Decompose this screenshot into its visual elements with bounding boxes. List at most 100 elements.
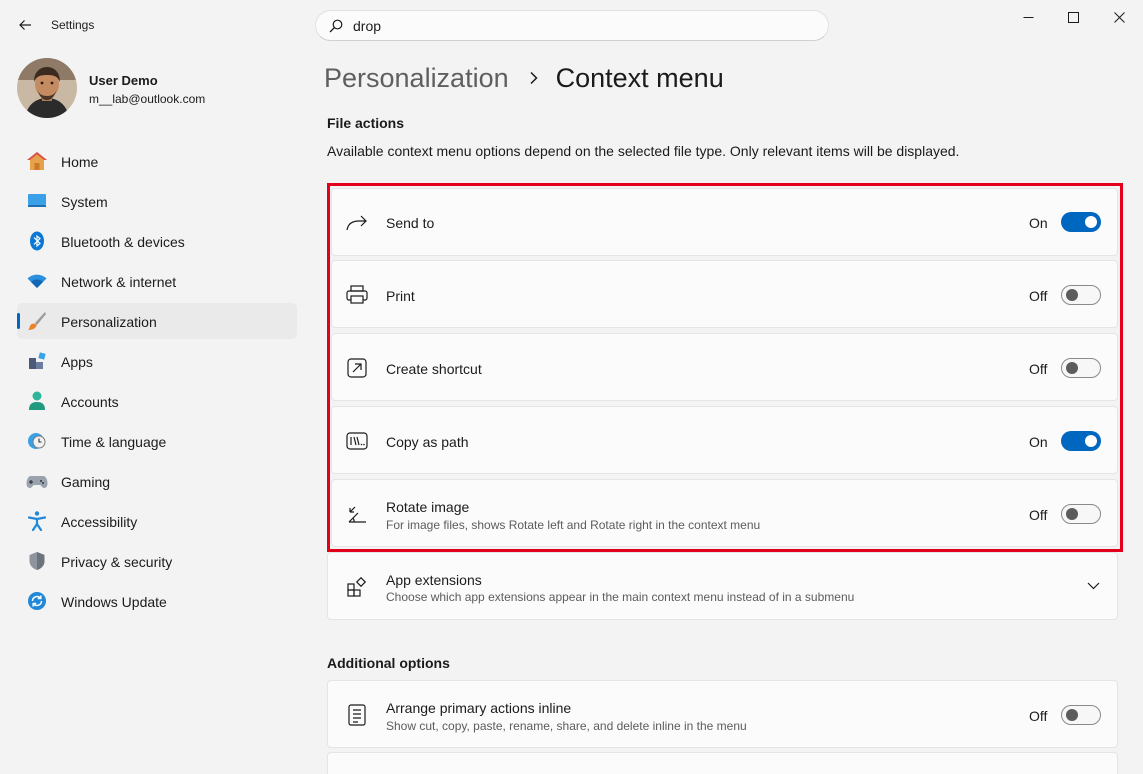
- section-title-file-actions: File actions: [327, 115, 405, 131]
- setting-row-copy-as-path[interactable]: Copy as path On: [331, 406, 1118, 474]
- arrange-inline-toggle[interactable]: [1061, 705, 1101, 725]
- chevron-right-icon: [529, 71, 539, 85]
- copy-path-icon: [345, 429, 369, 453]
- sidebar-item-label: Personalization: [61, 314, 157, 330]
- sidebar-item-system[interactable]: System: [17, 183, 297, 219]
- toggle-state-text: On: [1029, 434, 1048, 450]
- sidebar-item-label: Privacy & security: [61, 554, 173, 570]
- setting-label: Rotate image: [386, 499, 470, 515]
- app-extensions-icon: [345, 575, 369, 599]
- sidebar-item-time-language[interactable]: Time & language: [17, 423, 297, 459]
- sidebar-item-privacy[interactable]: Privacy & security: [17, 543, 297, 579]
- sidebar-item-label: Home: [61, 154, 99, 170]
- sidebar-item-accounts[interactable]: Accounts: [17, 383, 297, 419]
- section-title-additional-options: Additional options: [327, 655, 450, 671]
- create-shortcut-toggle[interactable]: [1061, 358, 1101, 378]
- close-icon: [1113, 11, 1125, 23]
- toggle-state-text: Off: [1029, 507, 1048, 523]
- chevron-down-icon[interactable]: [1085, 578, 1101, 594]
- user-email: m__lab@outlook.com: [89, 92, 206, 106]
- setting-label: Create shortcut: [386, 361, 482, 377]
- toggle-state-text: On: [1029, 215, 1048, 231]
- share-arrow-icon: [345, 211, 369, 235]
- title-bar: Settings: [0, 0, 1143, 50]
- shortcut-icon: [345, 356, 369, 380]
- setting-row-arrange-inline[interactable]: Arrange primary actions inline Show cut,…: [327, 680, 1118, 748]
- back-button[interactable]: [12, 12, 38, 38]
- setting-description: Show cut, copy, paste, rename, share, an…: [386, 719, 747, 733]
- setting-description: For image files, shows Rotate left and R…: [386, 518, 761, 532]
- user-name: User Demo: [89, 73, 158, 88]
- accounts-icon: [26, 391, 48, 411]
- back-arrow-icon: [19, 20, 31, 30]
- sidebar-item-accessibility[interactable]: Accessibility: [17, 503, 297, 539]
- setting-label: App extensions: [386, 572, 482, 588]
- sidebar-item-label: Apps: [61, 354, 93, 370]
- update-icon: [26, 591, 48, 611]
- sidebar-nav: Home System Bluetooth & devices Network …: [17, 143, 297, 623]
- maximize-button[interactable]: [1050, 0, 1096, 34]
- home-icon: [26, 151, 48, 171]
- setting-row-print[interactable]: Print Off: [331, 260, 1118, 328]
- setting-label: Copy as path: [386, 434, 469, 450]
- setting-row-create-shortcut[interactable]: Create shortcut Off: [331, 333, 1118, 401]
- setting-row-app-extensions[interactable]: App extensions Choose which app extensio…: [327, 552, 1118, 620]
- sidebar-item-label: Windows Update: [61, 594, 167, 610]
- section-description: Available context menu options depend on…: [327, 143, 960, 159]
- sidebar-item-gaming[interactable]: Gaming: [17, 463, 297, 499]
- gamepad-icon: [26, 471, 48, 491]
- wifi-icon: [26, 271, 48, 291]
- setting-label: Print: [386, 288, 415, 304]
- search-box[interactable]: [315, 10, 829, 41]
- brush-icon: [26, 311, 48, 331]
- system-icon: [26, 191, 48, 211]
- minimize-button[interactable]: [1005, 0, 1051, 34]
- printer-icon: [345, 283, 369, 307]
- send-to-toggle[interactable]: [1061, 212, 1101, 232]
- sidebar-item-label: Network & internet: [61, 274, 177, 290]
- search-icon: [329, 19, 343, 32]
- selection-indicator: [17, 313, 20, 329]
- sidebar-item-label: Accessibility: [61, 514, 138, 530]
- rotate-image-toggle[interactable]: [1061, 504, 1101, 524]
- print-toggle[interactable]: [1061, 285, 1101, 305]
- user-profile[interactable]: User Demo m__lab@outlook.com: [17, 58, 297, 120]
- search-input[interactable]: [353, 17, 793, 34]
- sidebar-item-network[interactable]: Network & internet: [17, 263, 297, 299]
- sidebar-item-label: Bluetooth & devices: [61, 234, 185, 250]
- bluetooth-icon: [26, 231, 48, 251]
- breadcrumb-parent[interactable]: Personalization: [324, 63, 509, 94]
- rotate-icon: [345, 502, 369, 526]
- sidebar-item-bluetooth[interactable]: Bluetooth & devices: [17, 223, 297, 259]
- sidebar-item-label: Gaming: [61, 474, 111, 490]
- setting-description: Choose which app extensions appear in th…: [386, 590, 855, 604]
- app-title: Settings: [51, 18, 95, 32]
- sidebar-item-label: Time & language: [61, 434, 167, 450]
- minimize-icon: [1023, 16, 1033, 18]
- sidebar-item-home[interactable]: Home: [17, 143, 297, 179]
- setting-row-send-to[interactable]: Send to On: [331, 188, 1118, 256]
- breadcrumb: Personalization Context menu: [324, 60, 724, 96]
- setting-label: Arrange primary actions inline: [386, 700, 572, 716]
- apps-icon: [26, 351, 48, 371]
- sidebar-item-label: Accounts: [61, 394, 119, 410]
- shield-icon: [26, 551, 48, 571]
- setting-row-rotate-image[interactable]: Rotate image For image files, shows Rota…: [331, 479, 1118, 547]
- list-icon: [345, 703, 369, 727]
- toggle-state-text: Off: [1029, 288, 1048, 304]
- clock-globe-icon: [26, 431, 48, 451]
- page-title: Context menu: [555, 62, 724, 93]
- sidebar-item-windows-update[interactable]: Windows Update: [17, 583, 297, 619]
- toggle-state-text: Off: [1029, 361, 1048, 377]
- sidebar-item-label: System: [61, 194, 108, 210]
- copy-as-path-toggle[interactable]: [1061, 431, 1101, 451]
- maximize-icon: [1067, 11, 1079, 23]
- sidebar-item-apps[interactable]: Apps: [17, 343, 297, 379]
- accessibility-icon: [26, 511, 48, 531]
- avatar: [17, 58, 77, 118]
- setting-row-partial[interactable]: [327, 752, 1118, 774]
- toggle-state-text: Off: [1029, 708, 1048, 724]
- setting-label: Send to: [386, 215, 435, 231]
- sidebar-item-personalization[interactable]: Personalization: [17, 303, 297, 339]
- close-button[interactable]: [1096, 0, 1142, 34]
